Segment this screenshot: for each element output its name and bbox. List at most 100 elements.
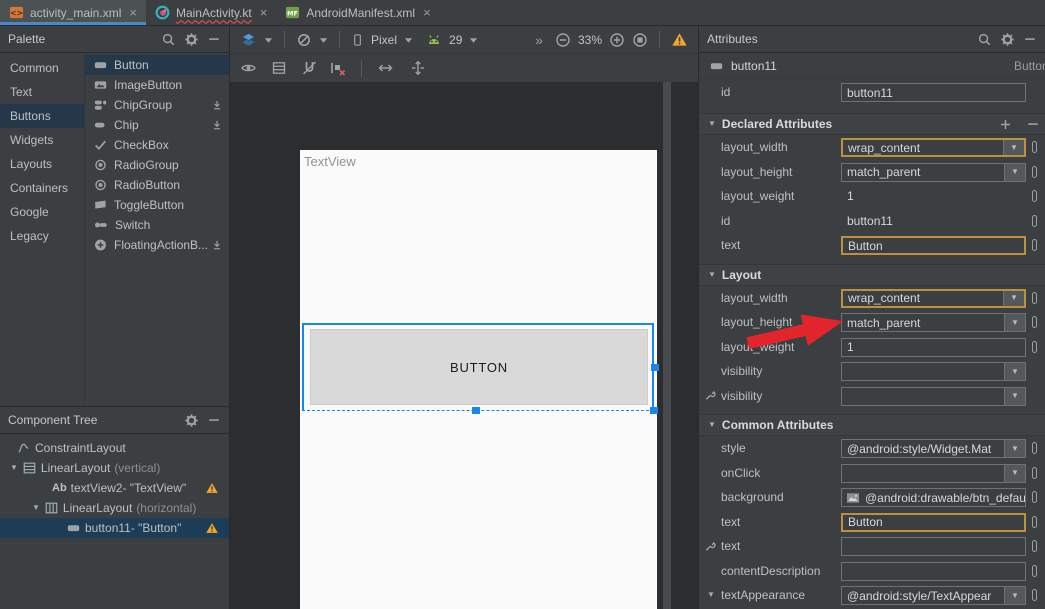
zoom-fit-icon[interactable] bbox=[632, 32, 648, 48]
blueprint-icon[interactable] bbox=[271, 60, 287, 76]
attr-field-text[interactable] bbox=[841, 537, 1026, 556]
attr-field-contentDescription[interactable] bbox=[841, 562, 1026, 581]
magnet-slash-icon[interactable] bbox=[301, 60, 318, 76]
flag-toggle[interactable] bbox=[1032, 565, 1037, 577]
flag-toggle[interactable] bbox=[1032, 166, 1037, 178]
toolbar-overflow-chevrons[interactable]: » bbox=[535, 32, 542, 48]
tree-item-textview2textview[interactable]: AbtextView2- "TextView" bbox=[0, 478, 229, 498]
palette-item-togglebutton[interactable]: ToggleButton bbox=[85, 195, 229, 215]
search-icon[interactable] bbox=[977, 32, 992, 47]
dropdown-arrow-icon[interactable]: ▼ bbox=[1004, 363, 1025, 380]
flag-toggle[interactable] bbox=[1032, 239, 1037, 251]
palette-category-text[interactable]: Text bbox=[0, 80, 84, 104]
palette-category-buttons[interactable]: Buttons bbox=[0, 104, 84, 128]
gear-icon[interactable] bbox=[1000, 32, 1015, 47]
canvas-textview[interactable]: TextView bbox=[304, 154, 356, 169]
section-header-common-attributes[interactable]: ▼Common Attributes bbox=[699, 414, 1045, 436]
minimize-icon[interactable] bbox=[1023, 32, 1037, 46]
dropdown-arrow-icon[interactable]: ▼ bbox=[1004, 465, 1025, 482]
gear-icon[interactable] bbox=[184, 32, 199, 47]
zoom-out-icon[interactable] bbox=[555, 32, 571, 48]
section-collapse-icon[interactable]: ▼ bbox=[708, 421, 716, 429]
dropdown-arrow-icon[interactable]: ▼ bbox=[1004, 314, 1025, 331]
tri-down-icon[interactable] bbox=[264, 36, 273, 44]
palette-category-containers[interactable]: Containers bbox=[0, 176, 84, 200]
attr-field-layout_weight[interactable]: 1 bbox=[841, 338, 1026, 357]
minimize-icon[interactable] bbox=[207, 32, 221, 46]
attr-combo-style[interactable]: @android:style/Widget.Mat▼ bbox=[841, 439, 1026, 458]
flag-toggle[interactable] bbox=[1032, 190, 1037, 202]
id-field[interactable]: button11 bbox=[841, 83, 1026, 102]
layers-icon[interactable] bbox=[240, 32, 257, 48]
device-screen[interactable]: TextView BUTTON bbox=[300, 150, 657, 609]
palette-category-legacy[interactable]: Legacy bbox=[0, 224, 84, 248]
palette-category-widgets[interactable]: Widgets bbox=[0, 128, 84, 152]
h-arrow-icon[interactable] bbox=[377, 60, 394, 76]
palette-item-chip[interactable]: Chip bbox=[85, 115, 229, 135]
resize-handle-bottom[interactable] bbox=[472, 407, 480, 414]
section-collapse-icon[interactable]: ▼ bbox=[708, 271, 716, 279]
eye-icon[interactable] bbox=[240, 60, 257, 76]
editor-tab[interactable]: MainActivity.kt× bbox=[146, 0, 276, 25]
tree-item-linearlayout[interactable]: ▼LinearLayout(vertical) bbox=[0, 458, 229, 478]
attr-combo-layout_height[interactable]: match_parent▼ bbox=[841, 313, 1026, 332]
remove-attribute-button[interactable] bbox=[1026, 117, 1040, 131]
canvas-splitter[interactable] bbox=[663, 82, 671, 609]
attr-field-text[interactable]: Button bbox=[841, 513, 1026, 532]
flag-toggle[interactable] bbox=[1032, 341, 1037, 353]
search-icon[interactable] bbox=[161, 32, 176, 47]
flag-toggle[interactable] bbox=[1032, 292, 1037, 304]
attr-combo-layout_height[interactable]: match_parent▼ bbox=[841, 163, 1026, 182]
attr-value[interactable]: 1 bbox=[847, 189, 854, 203]
palette-item-switch[interactable]: Switch bbox=[85, 215, 229, 235]
device-selector[interactable]: Pixel bbox=[371, 33, 397, 47]
flag-toggle[interactable] bbox=[1032, 215, 1037, 227]
section-header-declared-attributes[interactable]: ▼Declared Attributes bbox=[699, 113, 1045, 135]
dropdown-arrow-icon[interactable]: ▼ bbox=[1003, 140, 1024, 155]
flag-toggle[interactable] bbox=[1032, 316, 1037, 328]
attr-combo-layout_width[interactable]: wrap_content▼ bbox=[841, 289, 1026, 308]
flag-toggle[interactable] bbox=[1032, 467, 1037, 479]
attr-value[interactable]: button11 bbox=[847, 214, 893, 228]
phone-icon[interactable] bbox=[351, 32, 364, 48]
expander-icon[interactable]: ▼ bbox=[707, 591, 715, 599]
palette-category-common[interactable]: Common bbox=[0, 56, 84, 80]
minimize-icon[interactable] bbox=[207, 413, 221, 427]
gear-icon[interactable] bbox=[184, 413, 199, 428]
orientation-icon[interactable] bbox=[296, 32, 312, 48]
palette-item-floatingactionb[interactable]: FloatingActionB... bbox=[85, 235, 229, 255]
dropdown-arrow-icon[interactable]: ▼ bbox=[1004, 587, 1025, 604]
distribute-icon[interactable] bbox=[410, 60, 426, 76]
dropdown-arrow-icon[interactable]: ▼ bbox=[1004, 164, 1025, 181]
palette-item-radiobutton[interactable]: RadioButton bbox=[85, 175, 229, 195]
dropdown-arrow-icon[interactable]: ▼ bbox=[1003, 291, 1024, 306]
close-icon[interactable]: × bbox=[129, 6, 137, 19]
close-icon[interactable]: × bbox=[260, 6, 268, 19]
attr-combo-layout_width[interactable]: wrap_content▼ bbox=[841, 138, 1026, 157]
add-attribute-button[interactable] bbox=[999, 118, 1012, 131]
section-header-layout[interactable]: ▼Layout bbox=[699, 264, 1045, 286]
resize-handle-right[interactable] bbox=[651, 364, 659, 371]
palette-item-button[interactable]: Button bbox=[85, 55, 229, 75]
flag-toggle[interactable] bbox=[1032, 141, 1037, 153]
expander-icon[interactable]: ▼ bbox=[32, 504, 40, 512]
flag-toggle[interactable] bbox=[1032, 516, 1037, 528]
attr-field-background[interactable]: @android:drawable/btn_defau bbox=[841, 488, 1026, 507]
flag-toggle[interactable] bbox=[1032, 540, 1037, 552]
attr-field-text[interactable]: Button bbox=[841, 236, 1026, 255]
palette-category-layouts[interactable]: Layouts bbox=[0, 152, 84, 176]
tri-down-icon[interactable] bbox=[469, 36, 478, 44]
resize-handle-corner[interactable] bbox=[650, 407, 658, 414]
attr-combo-onClick[interactable]: ▼ bbox=[841, 464, 1026, 483]
tree-item-constraintlayout[interactable]: ConstraintLayout bbox=[0, 438, 229, 458]
palette-item-radiogroup[interactable]: RadioGroup bbox=[85, 155, 229, 175]
section-collapse-icon[interactable]: ▼ bbox=[708, 120, 716, 128]
dropdown-arrow-icon[interactable]: ▼ bbox=[1004, 388, 1025, 405]
flag-toggle[interactable] bbox=[1032, 442, 1037, 454]
flag-toggle[interactable] bbox=[1032, 491, 1037, 503]
canvas-button-widget[interactable]: BUTTON bbox=[310, 329, 648, 405]
design-canvas[interactable]: TextView BUTTON bbox=[230, 82, 698, 609]
editor-tab[interactable]: <>activity_main.xml× bbox=[0, 0, 146, 25]
tree-item-linearlayout[interactable]: ▼LinearLayout(horizontal) bbox=[0, 498, 229, 518]
warning-icon[interactable] bbox=[671, 32, 688, 47]
